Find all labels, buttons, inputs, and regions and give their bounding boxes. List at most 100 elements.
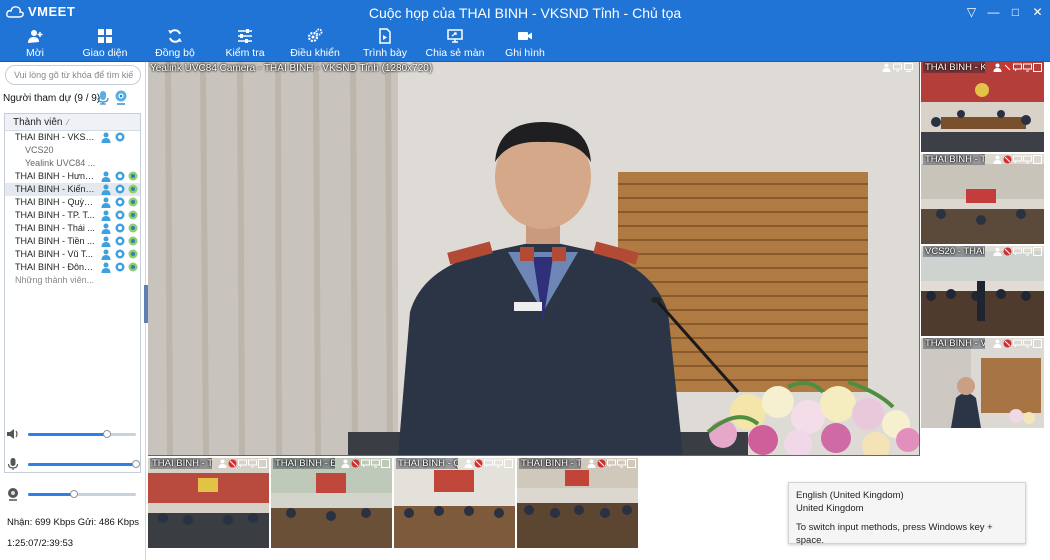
invite-button[interactable]: Mời <box>0 28 70 59</box>
tile-video-frame <box>921 154 1044 244</box>
member-video-icon[interactable] <box>128 249 138 260</box>
chat-icon <box>607 459 616 468</box>
chat-icon <box>1013 155 1022 164</box>
fullscreen-icon <box>1033 155 1042 164</box>
participant-icon <box>993 339 1002 348</box>
mute-all-mic-icon[interactable] <box>96 90 110 105</box>
member-name: Yealink UVC84 ... <box>25 158 96 168</box>
member-column-header[interactable]: Thành viên ⁄ <box>5 114 140 131</box>
screen-share-button[interactable]: Chia sẻ màn <box>420 28 490 59</box>
sync-button[interactable]: Đồng bộ <box>140 28 210 59</box>
side-video-tile[interactable]: THAI BINH - VKSND <box>921 338 1044 428</box>
member-mic-icon[interactable] <box>101 236 111 247</box>
input-method-tooltip: English (United Kingdom) United Kingdom … <box>788 482 1026 546</box>
member-row[interactable]: THAI BINH - Vũ T... <box>5 248 140 261</box>
mic-muted-icon <box>1003 63 1012 72</box>
speaker-video-frame <box>148 62 919 455</box>
side-video-tile[interactable]: THAI BINH - K <box>921 62 1044 152</box>
member-row[interactable]: VCS20 <box>5 144 140 157</box>
mic-muted-icon <box>1003 155 1012 164</box>
check-button[interactable]: Kiểm tra <box>210 28 280 59</box>
mic-volume-slider[interactable] <box>28 460 140 468</box>
member-camera-icon[interactable] <box>115 197 125 208</box>
member-video-icon[interactable] <box>128 262 138 273</box>
member-video-icon[interactable] <box>128 171 138 182</box>
member-row[interactable]: Yealink UVC84 ... <box>5 157 140 170</box>
bottom-video-tile[interactable]: THAI BINH - T <box>148 458 269 548</box>
camera-all-icon[interactable] <box>114 90 128 105</box>
participant-icon <box>464 459 473 468</box>
speaker-volume-slider[interactable] <box>28 430 136 438</box>
member-row[interactable]: THAI BINH - Đông... <box>5 261 140 274</box>
member-row[interactable]: THAI BINH - Tiền ... <box>5 235 140 248</box>
member-mic-icon[interactable] <box>101 197 111 208</box>
tile-status-icons <box>587 459 636 468</box>
participant-icon <box>218 459 227 468</box>
member-row[interactable]: THAI BINH - Kiến ... <box>5 183 140 196</box>
chat-icon <box>1013 247 1022 256</box>
member-video-icon[interactable] <box>128 197 138 208</box>
member-row[interactable]: THAI BINH - VKSN... <box>5 131 140 144</box>
member-video-icon[interactable] <box>128 184 138 195</box>
member-mic-icon[interactable] <box>101 184 111 195</box>
window-menu-button[interactable]: ▽ <box>965 5 978 19</box>
tile-status-icons <box>341 459 390 468</box>
member-camera-icon[interactable] <box>115 171 125 182</box>
present-button[interactable]: Trình bày <box>350 28 420 59</box>
search-input[interactable]: Vui lòng gõ từ khóa để tìm kiế <box>5 65 141 85</box>
camera-level-slider[interactable] <box>28 490 136 498</box>
maximize-button[interactable]: □ <box>1009 5 1022 19</box>
member-camera-icon[interactable] <box>115 249 125 260</box>
close-button[interactable]: ✕ <box>1031 5 1044 19</box>
member-mic-icon[interactable] <box>101 262 111 273</box>
side-video-tile[interactable]: THAI BINH - T <box>921 154 1044 244</box>
more-members-row[interactable]: Những thành viên... <box>5 274 140 287</box>
screen-share-icon <box>447 29 463 43</box>
member-camera-icon[interactable] <box>115 184 125 195</box>
tile-status-icons <box>993 339 1042 348</box>
main-toolbar: Mời Giao diện Đồng bộ Kiểm tra Điều khiể… <box>0 26 1050 62</box>
member-video-icon[interactable] <box>128 223 138 234</box>
check-label: Kiểm tra <box>225 47 265 59</box>
mic-volume-control <box>6 457 140 473</box>
monitor-icon <box>494 459 503 468</box>
minimize-button[interactable]: — <box>987 5 1000 19</box>
member-mic-icon[interactable] <box>101 223 111 234</box>
member-mic-icon[interactable] <box>101 210 111 221</box>
record-button[interactable]: Ghi hình <box>490 28 560 59</box>
member-camera-icon[interactable] <box>115 236 125 247</box>
participant-icon <box>341 459 350 468</box>
member-camera-icon[interactable] <box>115 262 125 273</box>
member-mic-icon[interactable] <box>101 132 111 143</box>
speaker-volume-knob[interactable] <box>102 430 111 438</box>
side-video-tile[interactable]: VCS20 - THAI BINH <box>921 246 1044 336</box>
monitor-icon <box>1023 247 1032 256</box>
member-mic-icon[interactable] <box>101 249 111 260</box>
webcam-icon <box>8 488 18 501</box>
member-row[interactable]: THAI BINH - Hưng... <box>5 170 140 183</box>
member-video-icon[interactable] <box>128 236 138 247</box>
mic-volume-knob[interactable] <box>132 460 140 468</box>
participants-list: Thành viên ⁄ THAI BINH - VKSN... VCS20 Yea… <box>4 113 141 473</box>
tile-label: THAI BINH - Q <box>396 458 458 469</box>
speaker-icon <box>7 429 18 439</box>
camera-level-knob[interactable] <box>70 490 79 498</box>
member-camera-icon[interactable] <box>115 132 125 143</box>
bottom-video-tile[interactable]: THAI BINH - Đ <box>271 458 392 548</box>
monitor-icon <box>1023 339 1032 348</box>
member-camera-icon[interactable] <box>115 210 125 221</box>
present-icon <box>379 28 391 44</box>
member-row[interactable]: THAI BINH - Quỳn... <box>5 196 140 209</box>
control-button[interactable]: Điều khiển <box>280 28 350 59</box>
member-video-icon[interactable] <box>128 210 138 221</box>
bottom-video-tile[interactable]: THAI BINH - Q <box>394 458 515 548</box>
member-mic-icon[interactable] <box>101 171 111 182</box>
mic-muted-icon <box>1003 339 1012 348</box>
main-video-view[interactable]: Yealink UVC84 Camera - THAI BINH - VKSND… <box>148 62 920 456</box>
bottom-video-tile[interactable]: THAI BINH - T <box>517 458 638 548</box>
member-camera-icon[interactable] <box>115 223 125 234</box>
member-row[interactable]: THAI BINH - TP. T... <box>5 209 140 222</box>
tile-label: THAI BINH - T <box>150 458 212 469</box>
member-row[interactable]: THAI BINH - Thái ... <box>5 222 140 235</box>
layout-button[interactable]: Giao diện <box>70 28 140 59</box>
